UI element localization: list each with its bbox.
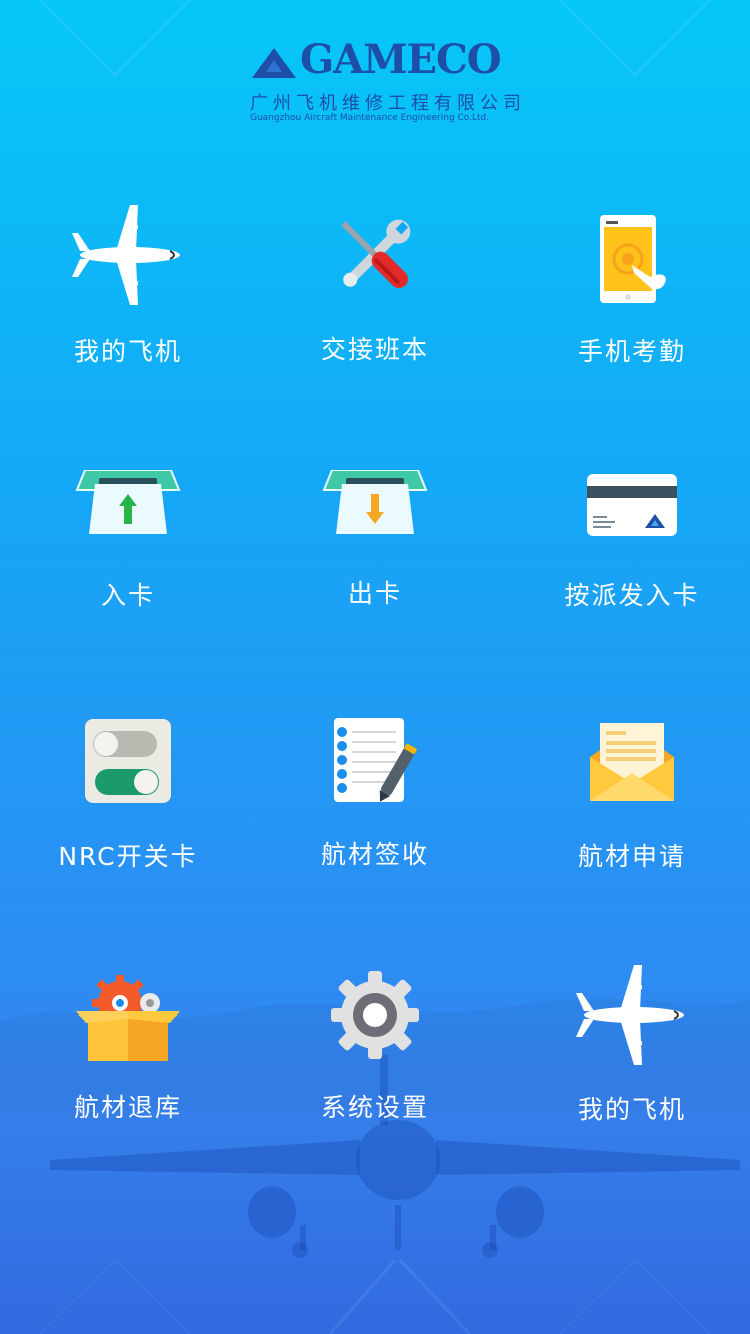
menu-item-label: 按派发入卡 xyxy=(564,581,700,610)
box-gears-icon xyxy=(63,960,193,1070)
menu-item-material-return[interactable]: 航材退库 xyxy=(3,960,253,1180)
menu-item-label: 航材退库 xyxy=(73,1093,182,1122)
menu-item-label: 航材签收 xyxy=(320,840,429,869)
menu-item-dispatch-card-in[interactable]: 按派发入卡 xyxy=(507,450,750,670)
menu-item-label: 入卡 xyxy=(100,581,155,610)
menu-item-shift-handover[interactable]: 交接班本 xyxy=(250,200,500,420)
airplane-icon xyxy=(63,200,193,310)
menu-item-material-receipt[interactable]: 航材签收 xyxy=(250,705,500,925)
menu-item-label: 航材申请 xyxy=(577,842,686,871)
dispatch-card-icon xyxy=(567,450,697,560)
menu-item-my-aircraft-2[interactable]: 我的飞机 xyxy=(507,960,750,1180)
menu-item-card-in[interactable]: 入卡 xyxy=(3,450,253,670)
menu-item-my-aircraft[interactable]: 我的飞机 xyxy=(3,200,253,420)
menu-item-label: 系统设置 xyxy=(320,1093,429,1122)
toggle-switch-icon xyxy=(63,705,193,815)
menu-item-label: 我的飞机 xyxy=(577,1095,686,1124)
airplane-icon xyxy=(567,960,697,1070)
card-out-icon xyxy=(310,450,440,560)
notepad-pen-icon xyxy=(310,705,440,815)
tools-icon xyxy=(310,200,440,310)
menu-item-card-out[interactable]: 出卡 xyxy=(250,450,500,670)
menu-item-material-request[interactable]: 航材申请 xyxy=(507,705,750,925)
phone-attendance-icon xyxy=(567,200,697,310)
menu-item-label: 出卡 xyxy=(347,579,402,608)
envelope-icon xyxy=(567,705,697,815)
menu-item-label: 手机考勤 xyxy=(577,337,686,366)
function-menu-grid: 我的飞机 交接班本 手机考勤 入卡 出卡 按派发入卡 NRC开关卡 航材签收 航… xyxy=(0,0,750,1334)
menu-item-phone-attendance[interactable]: 手机考勤 xyxy=(507,200,750,420)
menu-item-nrc-toggle-card[interactable]: NRC开关卡 xyxy=(3,705,253,925)
gear-icon xyxy=(310,960,440,1070)
menu-item-label: NRC开关卡 xyxy=(58,842,198,871)
menu-item-label: 我的飞机 xyxy=(73,337,182,366)
menu-item-label: 交接班本 xyxy=(320,335,429,364)
menu-item-system-settings[interactable]: 系统设置 xyxy=(250,960,500,1180)
card-in-icon xyxy=(63,450,193,560)
